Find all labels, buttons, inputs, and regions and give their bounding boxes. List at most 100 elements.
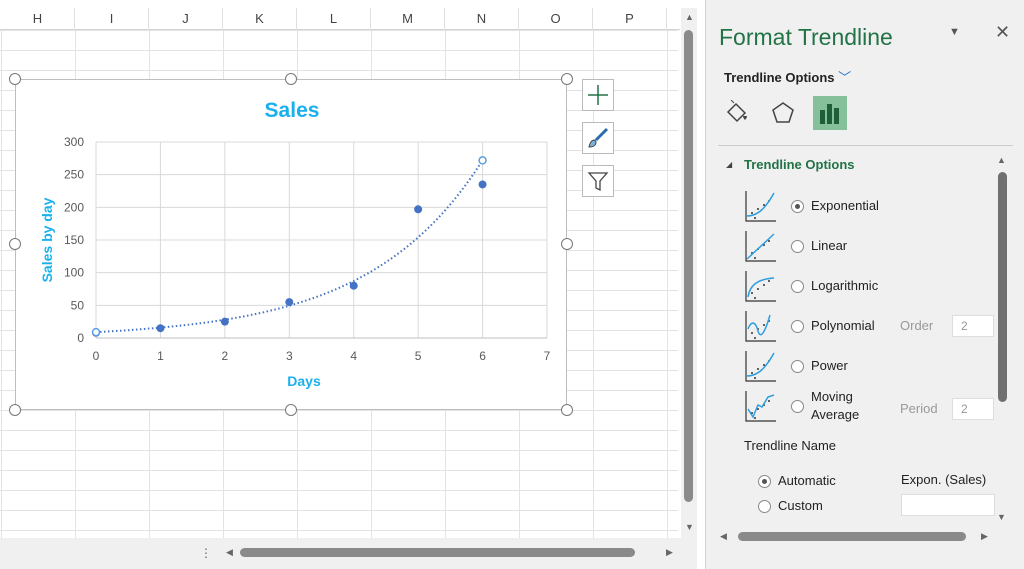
- radio-button[interactable]: [758, 474, 771, 488]
- close-icon[interactable]: ✕: [995, 22, 1010, 43]
- scroll-right-icon[interactable]: ▶: [666, 547, 673, 558]
- pane-options-dropdown-icon[interactable]: ▼: [949, 26, 960, 38]
- trendline-option-linear[interactable]: Linear: [744, 228, 847, 264]
- column-header-j[interactable]: J: [149, 8, 223, 30]
- trendline-option-polynomial[interactable]: Polynomial: [744, 308, 875, 344]
- y-tick-label: 300: [64, 135, 84, 149]
- resize-handle-bl[interactable]: [9, 404, 21, 416]
- automatic-radio[interactable]: Automatic: [744, 472, 836, 490]
- trendline-option-power[interactable]: Power: [744, 348, 848, 384]
- pane-hscroll-thumb[interactable]: [738, 532, 966, 541]
- chart-elements-button[interactable]: [582, 79, 614, 111]
- column-header-m[interactable]: M: [371, 8, 445, 30]
- moving-average-trend-icon: [745, 391, 776, 422]
- horizontal-scrollbar[interactable]: ⋮ ◀ ▶: [0, 538, 697, 569]
- scroll-left-icon[interactable]: ◀: [226, 547, 233, 558]
- x-axis-title[interactable]: Days: [287, 373, 321, 389]
- trendline-option-exponential[interactable]: Exponential: [744, 188, 879, 224]
- order-value: 2: [961, 319, 968, 333]
- radio-button[interactable]: [791, 199, 804, 213]
- y-tick-label: 250: [64, 168, 84, 182]
- trendline-handle: [478, 156, 487, 165]
- order-label: Order: [900, 318, 934, 333]
- column-header-k[interactable]: K: [223, 8, 297, 30]
- resize-handle-t[interactable]: [285, 73, 297, 85]
- radio-button[interactable]: [758, 499, 771, 513]
- column-header-p[interactable]: P: [593, 8, 667, 30]
- resize-handle-r[interactable]: [561, 238, 573, 250]
- resize-handle-b[interactable]: [285, 404, 297, 416]
- y-axis-title[interactable]: Sales by day: [39, 197, 55, 282]
- pane-divider: [718, 145, 1013, 146]
- radio-button[interactable]: [791, 279, 804, 293]
- order-spinner[interactable]: 2: [952, 315, 994, 337]
- polynomial-trend-icon: [745, 311, 776, 342]
- pane-scroll-left-icon[interactable]: ◀: [720, 531, 727, 542]
- chart-styles-button[interactable]: [582, 122, 614, 154]
- data-point: [285, 298, 294, 307]
- custom-label: Custom: [778, 498, 823, 513]
- custom-radio[interactable]: Custom: [744, 497, 823, 515]
- pane-vertical-scrollbar[interactable]: ▲ ▼: [994, 155, 1011, 525]
- pane-scroll-thumb[interactable]: [998, 172, 1007, 402]
- chart-title[interactable]: Sales: [265, 99, 320, 122]
- scroll-down-icon[interactable]: ▼: [685, 522, 694, 532]
- custom-name-input[interactable]: [901, 494, 995, 516]
- period-spinner[interactable]: 2: [952, 398, 994, 420]
- trendline-option-logarithmic[interactable]: Logarithmic: [744, 268, 878, 304]
- radio-button[interactable]: [791, 319, 804, 333]
- plus-icon: [588, 85, 608, 105]
- trendline-option-moving-average[interactable]: Moving Average: [744, 388, 871, 424]
- format-trendline-pane: Format Trendline ▼ ✕ Trendline Options ﹀…: [705, 0, 1024, 569]
- resize-handle-br[interactable]: [561, 404, 573, 416]
- automatic-name-value: Expon. (Sales): [901, 472, 987, 487]
- chart-svg: Sales Days Sales by day 0501001502002503…: [39, 99, 551, 389]
- y-tick-label: 150: [64, 233, 84, 247]
- resize-handle-tl[interactable]: [9, 73, 21, 85]
- chart[interactable]: Sales Days Sales by day 0 50 100 150 200 250 3…: [15, 79, 567, 410]
- pane-scroll-down-icon[interactable]: ▼: [997, 512, 1006, 522]
- x-tick-label: 4: [350, 349, 357, 363]
- data-point: [414, 205, 423, 214]
- option-label: Power: [811, 358, 848, 373]
- logarithmic-trend-icon: [745, 271, 776, 302]
- vertical-scroll-thumb[interactable]: [684, 30, 693, 502]
- x-tick-label: 7: [544, 349, 551, 363]
- column-header-o[interactable]: O: [519, 8, 593, 30]
- trendline-options-dropdown[interactable]: Trendline Options ﹀: [724, 67, 851, 86]
- scroll-up-icon[interactable]: ▲: [685, 12, 694, 22]
- column-header-l[interactable]: L: [297, 8, 371, 30]
- trendline-options-label: Trendline Options: [724, 70, 835, 85]
- linear-trend-icon: [745, 231, 776, 262]
- power-trend-icon: [745, 351, 776, 382]
- column-header-h[interactable]: H: [1, 8, 75, 30]
- resize-handle-tr[interactable]: [561, 73, 573, 85]
- bar-chart-icon: [820, 104, 839, 124]
- horizontal-scroll-thumb[interactable]: [240, 548, 635, 557]
- collapse-triangle-icon[interactable]: ◢: [726, 160, 732, 169]
- pane-title: Format Trendline: [719, 24, 893, 50]
- chart-filters-button[interactable]: [582, 165, 614, 197]
- trendline-options-tab[interactable]: [813, 96, 847, 130]
- pane-scroll-up-icon[interactable]: ▲: [997, 155, 1006, 165]
- resize-handle-l[interactable]: [9, 238, 21, 250]
- vertical-scrollbar[interactable]: ▲ ▼: [681, 8, 697, 538]
- effects-tab[interactable]: [766, 96, 800, 130]
- pane-scroll-right-icon[interactable]: ▶: [981, 531, 988, 542]
- radio-button[interactable]: [791, 239, 804, 253]
- funnel-icon: [587, 172, 609, 192]
- column-header-i[interactable]: I: [75, 8, 149, 30]
- fill-line-tab[interactable]: [720, 96, 754, 130]
- option-label: Linear: [811, 238, 848, 253]
- section-heading[interactable]: Trendline Options: [744, 157, 855, 172]
- data-point: [478, 180, 487, 189]
- pane-horizontal-scrollbar[interactable]: ◀ ▶: [718, 528, 998, 544]
- pentagon-icon: [772, 102, 794, 123]
- period-value: 2: [961, 402, 968, 416]
- radio-button[interactable]: [791, 399, 804, 413]
- radio-button[interactable]: [791, 359, 804, 373]
- column-header-n[interactable]: N: [445, 8, 519, 30]
- paint-bucket-icon: [726, 100, 747, 123]
- trendline-handle: [91, 327, 101, 337]
- sheet-tab-splitter-icon[interactable]: ⋮: [200, 546, 212, 560]
